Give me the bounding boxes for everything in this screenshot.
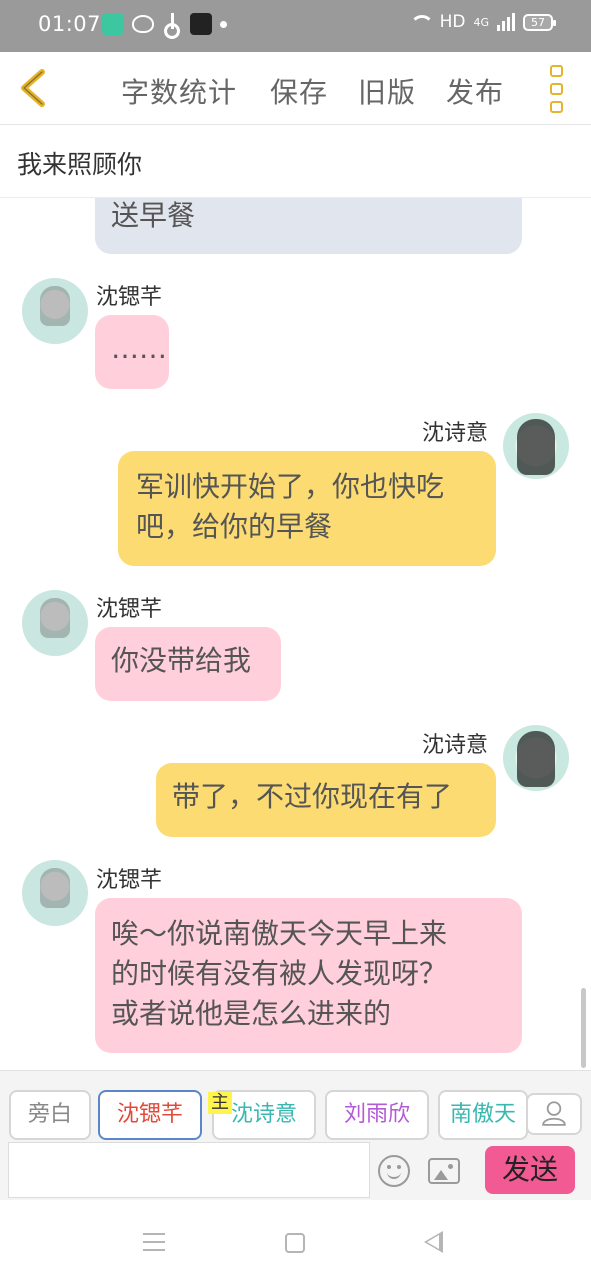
- message-text-line: 的时候有没有被人发现呀？: [111, 957, 448, 990]
- message-text: 带了，不过你现在有了: [172, 780, 453, 813]
- network-type: HD: [439, 12, 466, 32]
- image-icon[interactable]: [428, 1158, 460, 1184]
- menu-icon[interactable]: [143, 1233, 165, 1251]
- message-bubble[interactable]: 带了，不过你现在有了: [156, 763, 496, 837]
- cellular-type: 4G: [473, 15, 489, 29]
- narration-bubble[interactable]: 送早餐: [95, 198, 522, 254]
- message-bubble[interactable]: 你没带给我: [95, 627, 281, 701]
- character-chip-liu-yuxin[interactable]: 刘雨欣: [325, 1090, 429, 1140]
- editor-toolbar: 字数统计 保存 旧版 发布: [0, 52, 591, 125]
- emoji-icon[interactable]: [378, 1155, 410, 1187]
- speaker-name: 沈锶芊: [96, 868, 163, 893]
- input-row: 发送: [0, 1142, 591, 1200]
- avatar[interactable]: [22, 278, 88, 344]
- weibo-icon: [132, 15, 154, 33]
- character-chip-narration[interactable]: 旁白: [9, 1090, 91, 1140]
- publish-button[interactable]: 发布: [446, 71, 504, 111]
- home-icon[interactable]: [285, 1233, 305, 1253]
- status-right: HD 4G 57: [408, 12, 556, 32]
- avatar[interactable]: [22, 590, 88, 656]
- status-bar: 01:07 HD 4G 57: [0, 0, 591, 52]
- message-text-line: 吧，给你的早餐: [136, 510, 333, 543]
- back-arrow-icon[interactable]: [14, 66, 54, 110]
- character-selector: 旁白 沈锶芊 沈诗意 刘雨欣 南傲天: [0, 1070, 591, 1142]
- message-text-line: 唉～你说南傲天今天早上来: [111, 917, 448, 950]
- status-time: 01:07: [38, 12, 102, 36]
- character-manage-button[interactable]: [526, 1093, 582, 1135]
- old-version-button[interactable]: 旧版: [358, 71, 416, 111]
- signal-icon: [497, 13, 515, 31]
- avatar[interactable]: [503, 413, 569, 479]
- scrollbar[interactable]: [581, 988, 586, 1068]
- message-bubble[interactable]: ……: [95, 315, 169, 389]
- send-button[interactable]: 发送: [485, 1146, 575, 1194]
- avatar[interactable]: [22, 860, 88, 926]
- chat-area[interactable]: 送早餐 沈锶芊 …… 沈诗意 军训快开始了，你也快吃 吧，给你的早餐 沈锶芊 你…: [0, 198, 591, 1070]
- message-text-line: 或者说他是怎么进来的: [111, 997, 392, 1030]
- app-notification-icon: [102, 13, 124, 35]
- more-menu-icon[interactable]: [550, 65, 566, 113]
- story-title-bar[interactable]: 我来照顾你: [0, 125, 591, 198]
- avatar[interactable]: [503, 725, 569, 791]
- speaker-name: 沈诗意: [422, 733, 489, 758]
- message-bubble[interactable]: 军训快开始了，你也快吃 吧，给你的早餐: [118, 451, 496, 566]
- message-text: 送早餐: [111, 199, 196, 232]
- message-text: ……: [111, 332, 167, 365]
- tiktok-icon: [162, 13, 182, 39]
- app-notification-icon: [190, 13, 212, 35]
- character-chip-nan-aotian[interactable]: 南傲天: [438, 1090, 528, 1140]
- battery-icon: 57: [523, 13, 556, 31]
- message-input[interactable]: [8, 1142, 370, 1198]
- save-button[interactable]: 保存: [270, 71, 328, 111]
- notification-icons: [102, 13, 227, 39]
- message-text-line: 军训快开始了，你也快吃: [136, 470, 445, 503]
- speaker-name: 沈诗意: [422, 421, 489, 446]
- story-title[interactable]: 我来照顾你: [17, 145, 142, 181]
- more-notifications-dot-icon: [220, 20, 227, 28]
- nav-back-icon[interactable]: [424, 1231, 443, 1253]
- speaker-name: 沈锶芊: [96, 285, 163, 310]
- system-nav-bar: [0, 1200, 591, 1280]
- user-icon: [542, 1101, 566, 1126]
- message-text: 你没带给我: [111, 644, 252, 677]
- character-chip-shen-siqian[interactable]: 沈锶芊: [98, 1090, 202, 1140]
- message-bubble[interactable]: 唉～你说南傲天今天早上来 的时候有没有被人发现呀？ 或者说他是怎么进来的: [95, 898, 522, 1053]
- wifi-icon: [408, 13, 434, 31]
- word-count-button[interactable]: 字数统计: [121, 71, 237, 111]
- speaker-name: 沈锶芊: [96, 597, 163, 622]
- main-character-badge: 主: [208, 1092, 232, 1114]
